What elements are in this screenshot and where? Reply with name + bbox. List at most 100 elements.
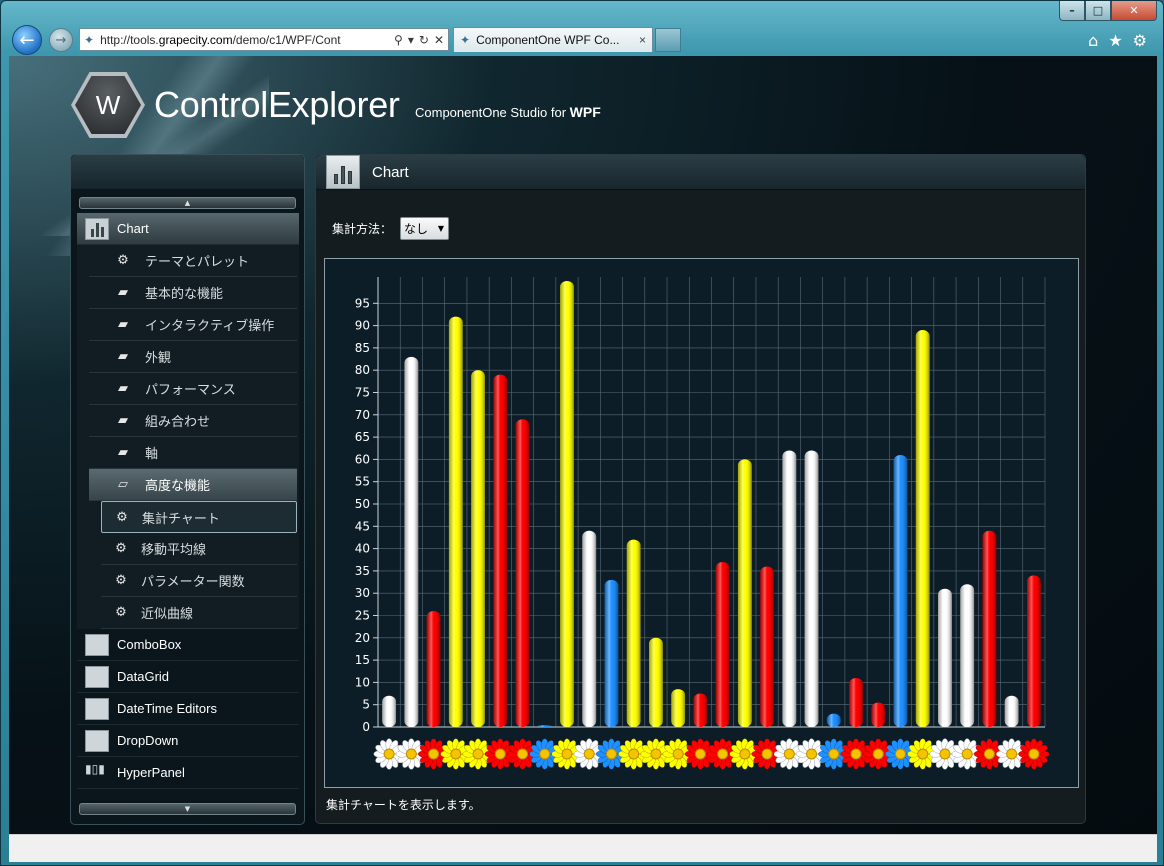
settings-gear-icon[interactable]: ⚙: [1133, 31, 1147, 50]
sidebar-item-moving-average[interactable]: ⚙ 移動平均線: [101, 533, 297, 565]
forward-arrow-icon: →: [55, 32, 67, 48]
bar-shading: [560, 281, 574, 727]
sidebar-item-dropdown[interactable]: DropDown: [77, 725, 299, 757]
bar-shading: [693, 693, 708, 727]
y-tick-label: 75: [355, 386, 370, 400]
chevron-up-icon: ▲: [184, 199, 191, 207]
search-icon[interactable]: ⚲: [394, 33, 403, 47]
browser-tools: ⌂ ★ ⚙: [1088, 31, 1147, 50]
gear-icon: ⚙: [115, 573, 127, 588]
sidebar-list: Chart ⚙ テーマとパレット ▰ 基本的な機能 ▰ インタラクティブ操作 ▰ 外観 …: [77, 213, 299, 789]
bar-shading: [649, 637, 663, 727]
sidebar-scroll-up-button[interactable]: ▲: [79, 197, 296, 209]
flower-icon: [694, 748, 706, 760]
home-icon[interactable]: ⌂: [1088, 31, 1098, 50]
folder-icon: ▰: [118, 317, 128, 332]
aggregate-select[interactable]: なし ▼: [400, 217, 450, 240]
sidebar-item-interactive[interactable]: ▰ インタラクティブ操作: [89, 309, 297, 341]
y-tick-label: 60: [355, 452, 370, 466]
sidebar-item-appearance[interactable]: ▰ 外観: [89, 341, 297, 373]
sidebar-item-chart[interactable]: Chart: [77, 213, 299, 245]
flower-icon: [761, 748, 773, 760]
y-tick-label: 30: [355, 586, 370, 600]
flower-icon: [628, 748, 640, 760]
bar-shading: [671, 689, 686, 727]
address-url[interactable]: http://tools.grapecity.com/demo/c1/WPF/C…: [94, 33, 394, 47]
browser-tab[interactable]: ✦ ComponentOne WPF Co... ×: [453, 27, 653, 52]
flower-icon: [517, 748, 529, 760]
back-button[interactable]: ←: [12, 25, 42, 55]
gear-icon: ⚙: [115, 605, 127, 620]
folder-icon: ▰: [118, 413, 128, 428]
flower-icon: [739, 748, 751, 760]
bar-shading: [871, 702, 886, 727]
sidebar-item-axis[interactable]: ▰ 軸: [89, 437, 297, 469]
sidebar-item-combination[interactable]: ▰ 組み合わせ: [89, 405, 297, 437]
forward-button[interactable]: →: [49, 28, 73, 52]
dropdown-icon[interactable]: ▾: [408, 33, 414, 47]
folder-icon: ▰: [118, 349, 128, 364]
sidebar-item-performance[interactable]: ▰ パフォーマンス: [89, 373, 297, 405]
description-text: 集計チャートを表示します。: [326, 798, 481, 812]
back-arrow-icon: ←: [19, 29, 35, 51]
flower-icon: [650, 748, 662, 760]
gear-icon: ⚙: [117, 253, 129, 268]
sidebar-item-advanced[interactable]: ▱ 高度な機能: [89, 469, 297, 501]
bar-shading: [737, 459, 752, 727]
bar-shading: [960, 584, 975, 727]
flower-icon: [717, 748, 729, 760]
new-tab-button[interactable]: [655, 28, 681, 52]
aggregate-select-value: なし: [404, 222, 429, 236]
tab-close-icon[interactable]: ×: [639, 33, 652, 47]
content-panel: Chart 集計方法： なし ▼ 0 5 10 15 20 25 30 35 40 45 50 55 6…: [315, 154, 1086, 824]
chart-subitems: ⚙ テーマとパレット ▰ 基本的な機能 ▰ インタラクティブ操作 ▰ 外観 ▰ パフォーマ…: [77, 245, 299, 629]
page-title: Chart: [372, 163, 409, 181]
flower-icon: [583, 748, 595, 760]
close-button[interactable]: ✕: [1111, 1, 1157, 21]
sidebar-item-theme[interactable]: ⚙ テーマとパレット: [89, 245, 297, 277]
stop-icon[interactable]: ✕: [434, 33, 444, 47]
bar-shading: [471, 370, 485, 727]
flower-icon: [872, 748, 884, 760]
flower-icon: [428, 748, 440, 760]
sidebar-item-parametric[interactable]: ⚙ パラメーター関数: [101, 565, 297, 597]
flower-icon: [917, 748, 929, 760]
content-header: Chart: [316, 155, 1085, 190]
datagrid-icon: [85, 665, 109, 688]
sidebar-item-aggregate-chart[interactable]: ⚙ 集計チャート: [101, 501, 297, 533]
bar-shading: [893, 454, 908, 727]
bar-shading: [404, 356, 419, 727]
dropdown-control-icon: [85, 729, 109, 752]
bar-shading: [782, 450, 797, 727]
flower-icon: [961, 748, 973, 760]
flower-icon: [894, 748, 906, 760]
y-tick-label: 40: [355, 542, 370, 556]
window-controls: – □ ✕: [1059, 1, 1157, 21]
favorites-star-icon[interactable]: ★: [1108, 31, 1122, 50]
app-subtitle: ComponentOne Studio for WPF: [415, 104, 601, 120]
gear-icon: ⚙: [115, 541, 127, 556]
folder-icon: ▰: [118, 445, 128, 460]
flower-icon: [383, 748, 395, 760]
chart-icon: [85, 217, 109, 240]
bar-shading: [804, 450, 819, 727]
sidebar-item-trendline[interactable]: ⚙ 近似曲線: [101, 597, 297, 629]
bar-shading: [915, 330, 930, 727]
sidebar-scroll-down-button[interactable]: ▼: [79, 803, 296, 815]
sidebar-item-combobox[interactable]: ComboBox: [77, 629, 299, 661]
maximize-button[interactable]: □: [1085, 1, 1111, 21]
refresh-icon[interactable]: ↻: [419, 33, 429, 47]
sidebar-item-datetime[interactable]: DateTime Editors: [77, 693, 299, 725]
tab-title: ComponentOne WPF Co...: [476, 33, 620, 47]
sidebar-item-hyperpanel[interactable]: ▮▯▮ HyperPanel: [77, 757, 299, 789]
minimize-button[interactable]: –: [1059, 1, 1085, 21]
sidebar-item-datagrid[interactable]: DataGrid: [77, 661, 299, 693]
address-bar[interactable]: ✦ http://tools.grapecity.com/demo/c1/WPF…: [79, 28, 449, 51]
bar-shading: [537, 725, 552, 727]
y-tick-label: 25: [355, 609, 370, 623]
bar-shading: [626, 539, 641, 727]
flower-icon: [850, 748, 862, 760]
flower-icon: [983, 748, 995, 760]
hyperpanel-icon: ▮▯▮: [85, 761, 105, 776]
sidebar-item-basic[interactable]: ▰ 基本的な機能: [89, 277, 297, 309]
